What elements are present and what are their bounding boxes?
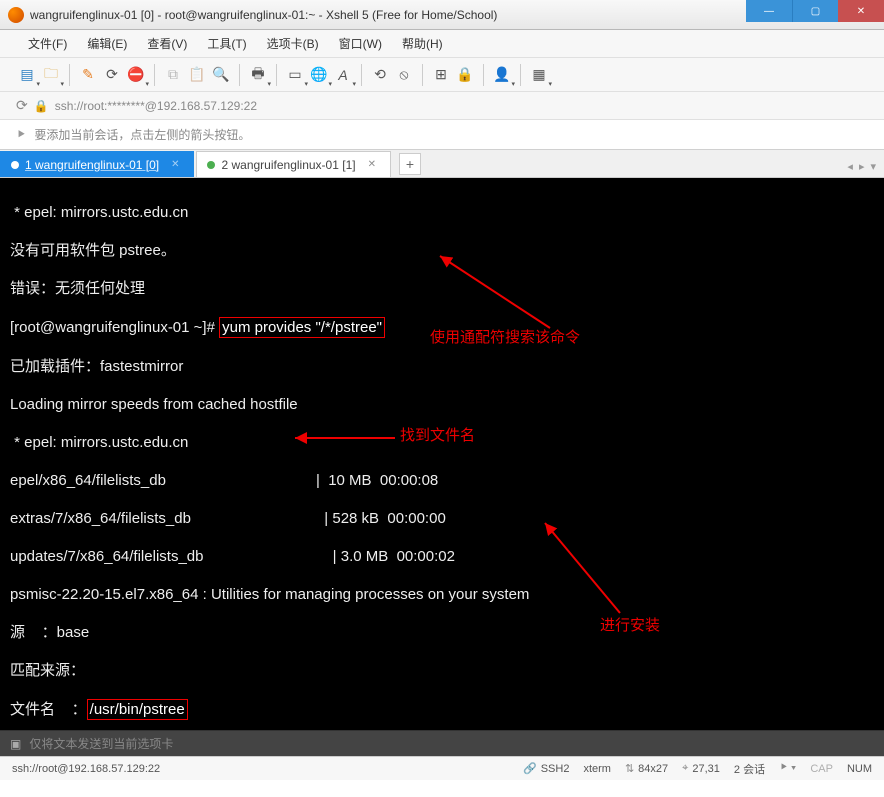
paste-icon[interactable]: 📋	[186, 64, 208, 86]
compose-bar[interactable]: ▣ 仅将文本发送到当前选项卡	[0, 730, 884, 756]
status-bar: ssh://root@192.168.57.129:22 🔗 SSH2 xterm…	[0, 756, 884, 780]
terminal-line: extras/7/x86_64/filelists_db | 528 kB 00…	[10, 509, 874, 528]
terminal-line: 源 ：base	[10, 623, 874, 642]
status-ssh: SSH2	[541, 763, 570, 775]
annotation-text: 进行安装	[600, 616, 660, 635]
prompt: [root@wangruifenglinux-01 ~]#	[10, 319, 219, 336]
tab-list-icon[interactable]: ▾	[870, 160, 876, 173]
status-term: xterm	[583, 763, 611, 775]
menu-edit[interactable]: 编辑(E)	[79, 33, 135, 54]
reconnect-icon[interactable]: ⟳	[101, 64, 123, 86]
highlighted-command: yum provides "/*/pstree"	[219, 317, 385, 338]
toolbar: ▤▾ 🗀▾ ✎ ⟳ ⛔▾ ⧉ 📋 🔍 🖶▾ ▭▾ 🌐▾ A▾ ⟲ ⦸ ⊞ 🔒 👤…	[0, 58, 884, 92]
terminal-line: 没有可用软件包 pstree。	[10, 241, 874, 260]
terminal-line: 文件名 ：/usr/bin/pstree	[10, 699, 874, 720]
status-num: NUM	[847, 763, 872, 775]
terminal-line: 错误：无须任何处理	[10, 279, 874, 298]
font-icon[interactable]: A▾	[332, 64, 354, 86]
compose-icon: ▣	[10, 737, 21, 751]
session-tab-2[interactable]: 2 wangruifenglinux-01 [1] ✕	[196, 151, 390, 177]
disconnect-icon[interactable]: ⛔▾	[125, 64, 147, 86]
lock-icon[interactable]: 🔒	[454, 64, 476, 86]
size-icon: ⇅	[625, 762, 634, 775]
tab-label: 2 wangruifenglinux-01 [1]	[221, 158, 355, 172]
label: 文件名 ：	[10, 701, 87, 718]
tab-close-icon[interactable]: ✕	[368, 159, 376, 170]
app-icon	[8, 7, 24, 23]
separator	[239, 64, 240, 86]
tab-close-icon[interactable]: ✕	[171, 159, 179, 170]
tab-strip: 1 wangruifenglinux-01 [0] ✕ 2 wangruifen…	[0, 150, 884, 178]
status-sessions: 2 会话	[734, 761, 765, 777]
new-tab-button[interactable]: +	[399, 153, 421, 175]
separator	[422, 64, 423, 86]
annotation-text: 使用通配符搜索该命令	[430, 328, 580, 347]
status-dot-icon	[207, 161, 215, 169]
window-title: wangruifenglinux-01 [0] - root@wangruife…	[30, 8, 497, 22]
session-tab-1[interactable]: 1 wangruifenglinux-01 [0] ✕	[0, 151, 194, 177]
minimize-button[interactable]: —	[746, 0, 792, 22]
menu-bar: 文件(F) 编辑(E) 查看(V) 工具(T) 选项卡(B) 窗口(W) 帮助(…	[0, 30, 884, 58]
terminal-line: 已加载插件：fastestmirror	[10, 357, 874, 376]
menu-tabs[interactable]: 选项卡(B)	[259, 33, 327, 54]
nav-icon[interactable]: ⯈ ▾	[779, 762, 796, 775]
highlighter-icon[interactable]: ✎	[77, 64, 99, 86]
globe-icon[interactable]: 🌐▾	[308, 64, 330, 86]
link-icon: 🔗	[523, 762, 537, 775]
menu-view[interactable]: 查看(V)	[139, 33, 195, 54]
hint-bar: ⯈ 要添加当前会话，点击左侧的箭头按钮。	[0, 120, 884, 150]
status-cursor: 27,31	[692, 763, 720, 775]
stop-icon[interactable]: ⦸	[393, 64, 415, 86]
reload-icon[interactable]: ⟳	[16, 97, 28, 114]
status-dot-icon	[11, 161, 19, 169]
separator	[520, 64, 521, 86]
tile-icon[interactable]: ⊞	[430, 64, 452, 86]
hint-text: 要添加当前会话，点击左侧的箭头按钮。	[34, 126, 250, 143]
maximize-button[interactable]: ▢	[792, 0, 838, 22]
highlighted-filename: /usr/bin/pstree	[87, 699, 188, 720]
address-bar: ⟳ 🔒 ssh://root:********@192.168.57.129:2…	[0, 92, 884, 120]
window-controls: — ▢ ✕	[746, 0, 884, 22]
terminal-line: updates/7/x86_64/filelists_db | 3.0 MB 0…	[10, 547, 874, 566]
separator	[276, 64, 277, 86]
tab-next-icon[interactable]: ▸	[859, 160, 865, 173]
window-titlebar: wangruifenglinux-01 [0] - root@wangruife…	[0, 0, 884, 30]
tab-label: 1 wangruifenglinux-01 [0]	[25, 158, 159, 172]
separator	[483, 64, 484, 86]
terminal-line: Loading mirror speeds from cached hostfi…	[10, 395, 874, 414]
new-session-icon[interactable]: ▤▾	[16, 64, 38, 86]
menu-help[interactable]: 帮助(H)	[394, 33, 451, 54]
open-icon[interactable]: 🗀▾	[40, 64, 62, 86]
separator	[361, 64, 362, 86]
tab-prev-icon[interactable]: ◂	[847, 160, 853, 173]
layout-icon[interactable]: ▦▾	[528, 64, 550, 86]
menu-window[interactable]: 窗口(W)	[331, 33, 390, 54]
copy-icon[interactable]: ⧉	[162, 64, 184, 86]
properties-icon[interactable]: ▭▾	[284, 64, 306, 86]
menu-file[interactable]: 文件(F)	[20, 33, 75, 54]
address-text[interactable]: ssh://root:********@192.168.57.129:22	[55, 99, 257, 113]
status-size: 84x27	[638, 763, 668, 775]
separator	[154, 64, 155, 86]
separator	[69, 64, 70, 86]
status-address: ssh://root@192.168.57.129:22	[12, 763, 160, 775]
status-cap: CAP	[810, 763, 833, 775]
compose-placeholder: 仅将文本发送到当前选项卡	[29, 735, 173, 752]
terminal-output[interactable]: * epel: mirrors.ustc.edu.cn 没有可用软件包 pstr…	[0, 178, 884, 730]
print-icon[interactable]: 🖶▾	[247, 64, 269, 86]
annotation-text: 找到文件名	[400, 426, 475, 445]
hint-flag-icon[interactable]: ⯈	[16, 127, 26, 143]
refresh-icon[interactable]: ⟲	[369, 64, 391, 86]
terminal-line: * epel: mirrors.ustc.edu.cn	[10, 203, 874, 222]
menu-tools[interactable]: 工具(T)	[199, 33, 254, 54]
ssl-lock-icon: 🔒	[34, 99, 49, 113]
user-icon[interactable]: 👤▾	[491, 64, 513, 86]
terminal-line: epel/x86_64/filelists_db | 10 MB 00:00:0…	[10, 471, 874, 490]
tab-nav: ◂ ▸ ▾	[847, 160, 876, 173]
find-icon[interactable]: 🔍	[210, 64, 232, 86]
terminal-line: psmisc-22.20-15.el7.x86_64 : Utilities f…	[10, 585, 874, 604]
cursor-icon: ⌖	[682, 762, 688, 775]
terminal-line: 匹配来源：	[10, 661, 874, 680]
close-button[interactable]: ✕	[838, 0, 884, 22]
